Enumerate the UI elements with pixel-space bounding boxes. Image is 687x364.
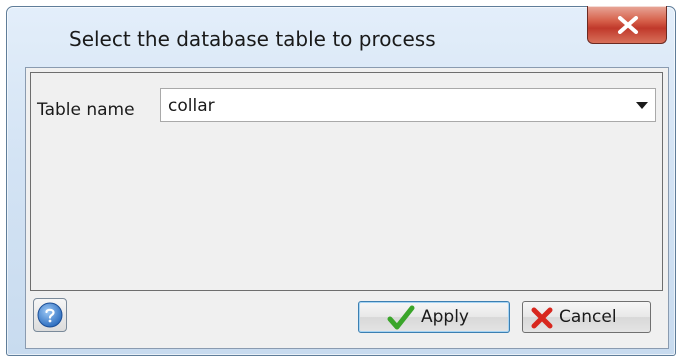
table-name-label: Table name bbox=[37, 100, 135, 120]
cancel-button[interactable]: Cancel bbox=[522, 301, 651, 333]
table-name-value: collar bbox=[168, 96, 215, 116]
dialog-title: Select the database table to process bbox=[69, 27, 436, 51]
apply-label: Apply bbox=[421, 307, 469, 327]
apply-button[interactable]: Apply bbox=[358, 301, 510, 333]
x-icon bbox=[531, 307, 553, 329]
dialog-content: Table name collar Apply Cancel bbox=[25, 67, 669, 349]
cancel-label: Cancel bbox=[559, 307, 617, 327]
close-button[interactable] bbox=[587, 6, 667, 44]
table-name-dropdown[interactable]: collar bbox=[160, 88, 656, 122]
dialog-window: Select the database table to process Tab… bbox=[6, 6, 676, 356]
title-bar[interactable]: Select the database table to process bbox=[7, 6, 675, 69]
help-button[interactable] bbox=[33, 298, 67, 332]
close-icon bbox=[618, 16, 638, 34]
help-icon bbox=[37, 302, 63, 328]
checkmark-icon bbox=[387, 305, 415, 330]
dropdown-arrow-button[interactable] bbox=[629, 89, 655, 121]
form-panel: Table name collar bbox=[30, 72, 663, 291]
chevron-down-icon bbox=[636, 102, 648, 109]
